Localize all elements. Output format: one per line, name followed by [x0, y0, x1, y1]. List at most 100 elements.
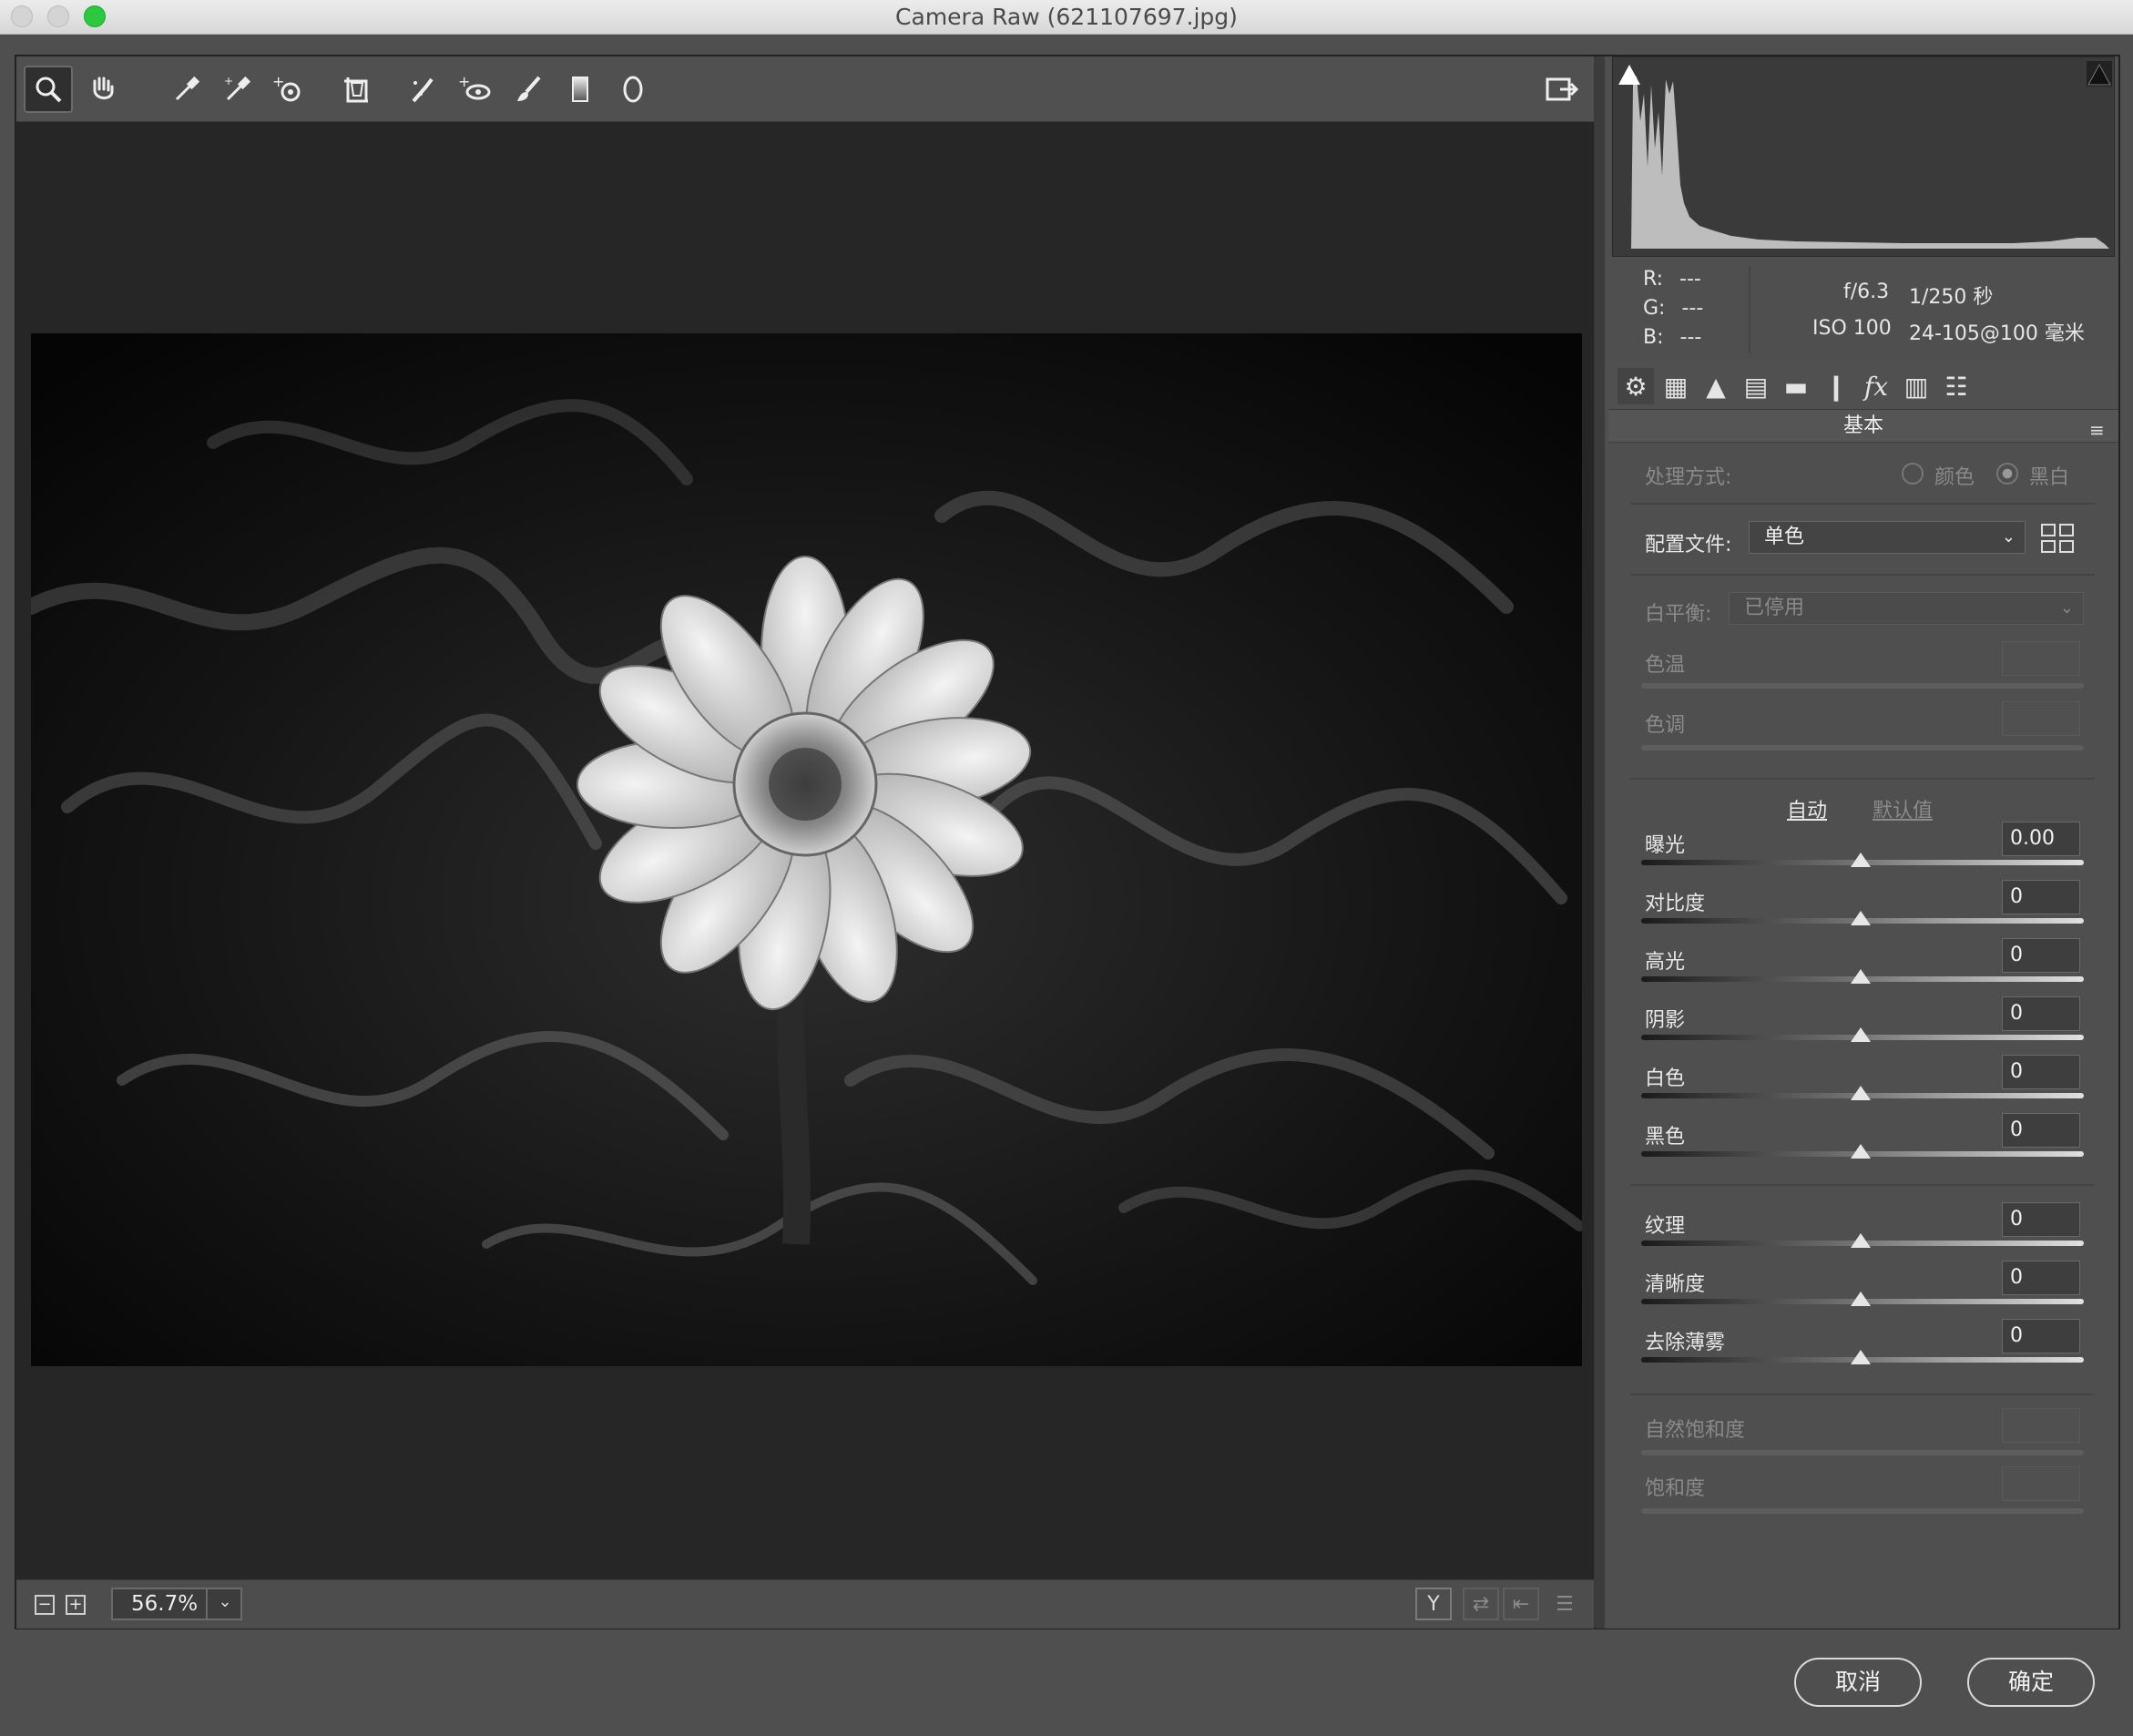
zoom-in-button[interactable]: + — [66, 1595, 86, 1615]
vibrance-slider[interactable] — [1641, 1450, 2084, 1455]
vibrance-value[interactable] — [2002, 1408, 2080, 1443]
saturation-value[interactable] — [2002, 1466, 2080, 1501]
temp-value[interactable] — [2002, 641, 2080, 676]
divider — [1630, 778, 2095, 780]
shadow-clipping-toggle[interactable] — [1617, 61, 1642, 87]
targeted-adjustment-icon: + — [272, 74, 301, 102]
slider-value-field[interactable]: 0 — [2002, 1202, 2080, 1237]
white-balance-eyedropper-icon — [175, 76, 200, 101]
slider-thumb[interactable] — [1851, 1144, 1871, 1159]
panel-menu-button[interactable]: ≡ — [2089, 419, 2105, 441]
slider-value-field[interactable]: 0 — [2002, 1055, 2080, 1089]
panel-divider — [1596, 56, 1605, 1629]
slider-thumb[interactable] — [1851, 969, 1871, 984]
open-external-icon — [1546, 77, 1579, 101]
before-after-toggle[interactable]: Y — [1415, 1588, 1452, 1620]
slider-label: 高光 — [1645, 951, 1686, 974]
copy-settings-button[interactable]: ⇤ — [1503, 1588, 1539, 1620]
zoom-out-button[interactable]: − — [35, 1595, 55, 1615]
slider-value-field[interactable]: 0 — [2002, 996, 2080, 1031]
red-eye-tool[interactable]: + — [450, 66, 499, 113]
targeted-adjustment-tool[interactable]: + — [264, 66, 313, 113]
white-balance-select[interactable]: 已停用 ⌄ — [1729, 592, 2084, 625]
slider-value-field[interactable]: 0 — [2002, 1113, 2080, 1148]
profile-select[interactable]: 单色 ⌄ — [1749, 521, 2026, 554]
tab-split-toning[interactable]: ▬ — [1778, 368, 1814, 404]
radial-filter-tool[interactable] — [608, 66, 658, 113]
saturation-slider[interactable] — [1641, 1508, 2084, 1514]
hand-icon — [93, 77, 114, 99]
slider-thumb[interactable] — [1851, 1233, 1871, 1248]
ok-button[interactable]: 确定 — [1967, 1658, 2095, 1707]
slider-value: 0 — [2010, 1266, 2023, 1289]
rgb-readout: R: --- G: --- B: --- — [1643, 268, 1716, 355]
slider-value: 0 — [2010, 1060, 2023, 1083]
color-sampler-icon: + — [224, 75, 251, 101]
tab-basic[interactable]: ⚙ — [1618, 368, 1654, 404]
adjustment-brush-tool[interactable] — [505, 66, 554, 113]
slider-value-field[interactable]: 0 — [2002, 880, 2080, 914]
slider-value-field[interactable]: 0 — [2002, 1261, 2080, 1295]
slider-thumb[interactable] — [1851, 1086, 1871, 1100]
color-sampler-tool[interactable]: + — [213, 66, 262, 113]
slider-value-field[interactable]: 0.00 — [2002, 822, 2080, 856]
cancel-button[interactable]: 取消 — [1794, 1658, 1922, 1707]
plus-icon: + — [68, 1595, 83, 1614]
spot-removal-tool[interactable] — [399, 66, 448, 113]
slider-thumb[interactable] — [1851, 853, 1871, 867]
white-balance-tool[interactable] — [162, 66, 211, 113]
highlight-clipping-toggle[interactable] — [2087, 61, 2112, 87]
tab-calibration[interactable]: ▥ — [1898, 368, 1934, 404]
temp-slider[interactable] — [1641, 683, 2084, 689]
auto-link[interactable]: 自动 — [1787, 794, 1827, 823]
slider-thumb[interactable] — [1851, 1292, 1871, 1306]
preview-settings-button[interactable]: ☰ — [1546, 1588, 1583, 1620]
lens-icon: ❙ — [1825, 371, 1847, 402]
flower-photo — [31, 333, 1582, 1366]
r-value: --- — [1679, 268, 1701, 291]
svg-text:+: + — [224, 75, 233, 87]
divider — [1630, 574, 2095, 576]
slider-thumb[interactable] — [1851, 911, 1871, 925]
treatment-bw-radio[interactable] — [1996, 463, 2018, 485]
zoom-tool[interactable] — [24, 66, 73, 113]
slider-value: 0 — [2010, 1002, 2023, 1025]
slider-thumb[interactable] — [1851, 1027, 1871, 1042]
b-label: B: — [1643, 326, 1664, 349]
tab-effects[interactable]: fx — [1858, 368, 1894, 404]
slider-value-field[interactable]: 0 — [2002, 938, 2080, 973]
swap-settings-button[interactable]: ⇄ — [1463, 1588, 1499, 1620]
default-link[interactable]: 默认值 — [1873, 794, 1933, 823]
graduated-filter-tool[interactable] — [556, 66, 605, 113]
tint-label: 色调 — [1645, 714, 1686, 737]
zoom-dropdown[interactable]: ⌄ — [206, 1588, 242, 1620]
slider-value: 0 — [2010, 944, 2023, 966]
svg-text:+: + — [458, 74, 470, 90]
g-value: --- — [1681, 297, 1704, 320]
slider-label: 纹理 — [1645, 1215, 1686, 1238]
slider-label: 白色 — [1645, 1067, 1686, 1090]
tab-detail[interactable]: ▲ — [1698, 368, 1734, 404]
fullscreen-toggle[interactable] — [1537, 66, 1587, 113]
tint-slider[interactable] — [1641, 745, 2084, 751]
swap-icon: ⇄ — [1472, 1592, 1490, 1616]
toolbar: + + + — [16, 56, 1594, 122]
zoom-icon — [36, 77, 62, 103]
slider-value: 0.00 — [2010, 827, 2055, 850]
tab-tone-curve[interactable]: ▦ — [1658, 368, 1694, 404]
transform-tool[interactable] — [332, 66, 381, 113]
hand-tool[interactable] — [78, 66, 128, 113]
profile-browser-button[interactable] — [2040, 523, 2077, 554]
tab-hsl[interactable]: ▤ — [1738, 368, 1774, 404]
slider-label: 阴影 — [1645, 1009, 1686, 1032]
b-value: --- — [1679, 326, 1702, 349]
tab-presets[interactable]: ☷ — [1938, 368, 1975, 404]
treatment-color-radio[interactable] — [1902, 463, 1924, 485]
grid-view-icon — [2041, 524, 2074, 553]
slider-value-field[interactable]: 0 — [2002, 1319, 2080, 1353]
vibrance-label: 自然饱和度 — [1645, 1419, 1746, 1442]
slider-thumb[interactable] — [1851, 1350, 1871, 1364]
profile-value: 单色 — [1764, 526, 1805, 548]
tint-value[interactable] — [2002, 701, 2080, 736]
tab-lens[interactable]: ❙ — [1818, 368, 1854, 404]
